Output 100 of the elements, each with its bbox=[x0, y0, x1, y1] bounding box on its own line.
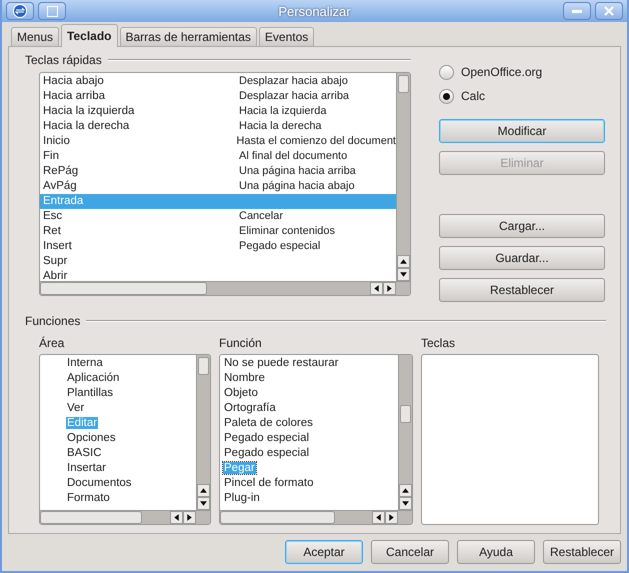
tab[interactable]: Menus bbox=[11, 27, 60, 46]
shortcut-command: Desplazar hacia abajo bbox=[239, 74, 348, 89]
shortcut-key: Entrada bbox=[43, 194, 239, 209]
scroll-down-icon[interactable] bbox=[197, 497, 210, 510]
area-item[interactable]: BASIC bbox=[66, 447, 103, 459]
area-item[interactable]: Interna bbox=[66, 357, 104, 369]
scroll-right-icon[interactable] bbox=[183, 511, 196, 524]
shortcut-row[interactable]: Hacia arriba Desplazar hacia arriba bbox=[40, 89, 396, 104]
shortcut-key: Supr bbox=[43, 254, 239, 269]
close-icon[interactable] bbox=[595, 2, 623, 20]
minimize-icon[interactable] bbox=[563, 2, 591, 20]
scrollbar-thumb[interactable] bbox=[198, 357, 209, 375]
shortcut-row[interactable]: Inicio Hasta el comienzo del document bbox=[40, 134, 396, 149]
shortcut-key: RePág bbox=[43, 164, 239, 179]
side-button[interactable]: Restablecer bbox=[439, 278, 605, 302]
shortcut-command: Pegado especial bbox=[239, 239, 320, 254]
scroll-left-icon[interactable] bbox=[372, 511, 385, 524]
area-item[interactable]: Opciones bbox=[66, 432, 117, 444]
shortcut-command: Hacia la derecha bbox=[239, 119, 322, 134]
shortcut-key: Hacia arriba bbox=[43, 89, 239, 104]
shortcut-command: Una página hacia arriba bbox=[239, 164, 356, 179]
shortcut-row[interactable]: Hacia la derecha Hacia la derecha bbox=[40, 119, 396, 134]
function-item[interactable]: Pincel de formato bbox=[223, 477, 314, 489]
shortcut-key: Esc bbox=[43, 209, 239, 224]
area-item[interactable]: Insertar bbox=[66, 462, 107, 474]
function-item[interactable]: Pegado especial bbox=[223, 432, 310, 444]
shortcut-row[interactable]: Esc Cancelar bbox=[40, 209, 396, 224]
radio-label[interactable]: OpenOffice.org bbox=[461, 65, 542, 79]
area-item[interactable]: Formato bbox=[66, 492, 111, 504]
function-item[interactable]: Nombre bbox=[223, 372, 266, 384]
shortcut-list[interactable] bbox=[39, 72, 411, 296]
keys-list[interactable] bbox=[421, 354, 599, 525]
shortcut-command: Eliminar contenidos bbox=[239, 224, 335, 239]
shortcut-key: Fin bbox=[43, 149, 239, 164]
function-item[interactable]: No se puede restaurar bbox=[223, 357, 340, 369]
function-item[interactable]: Pegado especial bbox=[223, 447, 310, 459]
tab[interactable]: Eventos bbox=[258, 27, 314, 46]
scrollbar-thumb[interactable] bbox=[40, 511, 142, 524]
section-title: Teclas rápidas bbox=[25, 53, 102, 67]
area-list[interactable]: Interna Aplicación Plantillas Ver Editar Opciones BASIC Insertar Documentos Formato bbox=[39, 354, 211, 525]
list-label: Área bbox=[39, 336, 66, 350]
dialog-button[interactable]: Ayuda bbox=[457, 540, 535, 564]
shortcut-row[interactable]: Insert Pegado especial bbox=[40, 239, 396, 254]
function-item[interactable]: Ortografía bbox=[223, 402, 277, 414]
area-item[interactable]: Aplicación bbox=[66, 372, 120, 384]
scroll-down-icon[interactable] bbox=[399, 497, 412, 510]
radio-button[interactable] bbox=[439, 88, 454, 104]
shortcut-row[interactable]: RePág Una página hacia arriba bbox=[40, 164, 396, 179]
shortcut-command: Una página hacia abajo bbox=[239, 179, 355, 194]
area-item[interactable]: Ver bbox=[66, 402, 86, 414]
window-menu-icon[interactable] bbox=[6, 2, 34, 20]
shortcut-row[interactable]: Fin Al final del documento bbox=[40, 149, 396, 164]
radio-button[interactable] bbox=[439, 64, 454, 80]
shortcut-row[interactable]: AvPág Una página hacia abajo bbox=[40, 179, 396, 194]
scroll-left-icon[interactable] bbox=[370, 282, 383, 295]
section-title: Funciones bbox=[25, 314, 80, 328]
shortcut-row[interactable]: Hacia la izquierda Hacia la izquierda bbox=[40, 104, 396, 119]
side-button[interactable]: Modificar bbox=[439, 119, 605, 143]
function-item[interactable]: Paleta de colores bbox=[223, 417, 314, 429]
shortcut-row[interactable]: Ret Eliminar contenidos bbox=[40, 224, 396, 239]
dialog-button[interactable]: Restablecer bbox=[543, 540, 621, 564]
shortcut-command: Desplazar hacia arriba bbox=[239, 89, 350, 104]
function-list[interactable]: No se puede restaurar Nombre Objeto Ortografía Paleta de colores Pegado especial Pegado especial Pegar Pincel de formato Plug-in bbox=[219, 354, 413, 525]
scrollbar-thumb[interactable] bbox=[398, 75, 409, 93]
list-label: Teclas bbox=[421, 336, 456, 350]
window-title: Personalizar bbox=[277, 4, 352, 18]
shortcut-key: Hacia la derecha bbox=[43, 119, 239, 134]
shortcut-command: Hacia la izquierda bbox=[239, 104, 326, 119]
scroll-up-icon[interactable] bbox=[397, 255, 410, 268]
scrollbar-thumb[interactable] bbox=[400, 405, 411, 423]
radio-label[interactable]: Calc bbox=[461, 89, 486, 103]
scroll-up-icon[interactable] bbox=[399, 484, 412, 497]
shortcut-row[interactable]: Hacia abajo Desplazar hacia abajo bbox=[40, 74, 396, 89]
scrollbar-thumb[interactable] bbox=[40, 282, 206, 295]
tab[interactable]: Barras de herramientas bbox=[120, 27, 257, 46]
shortcut-row[interactable]: Supr bbox=[40, 254, 396, 269]
scroll-down-icon[interactable] bbox=[397, 268, 410, 281]
shortcut-key: Insert bbox=[43, 239, 239, 254]
side-button[interactable]: Guardar... bbox=[439, 246, 605, 270]
dialog-button[interactable]: Cancelar bbox=[371, 540, 449, 564]
area-item[interactable]: Documentos bbox=[66, 477, 133, 489]
maximize-icon[interactable] bbox=[38, 2, 66, 20]
area-item[interactable]: Plantillas bbox=[66, 387, 114, 399]
dialog-button[interactable]: Aceptar bbox=[285, 540, 363, 564]
function-item[interactable]: Objeto bbox=[223, 387, 259, 399]
scroll-right-icon[interactable] bbox=[383, 282, 396, 295]
scroll-left-icon[interactable] bbox=[170, 511, 183, 524]
shortcut-row[interactable]: Abrir bbox=[40, 269, 396, 281]
scroll-up-icon[interactable] bbox=[197, 484, 210, 497]
shortcut-key: Ret bbox=[43, 224, 239, 239]
side-button[interactable]: Cargar... bbox=[439, 214, 605, 238]
shortcut-key: AvPág bbox=[43, 179, 239, 194]
shortcut-key: Hacia abajo bbox=[43, 74, 239, 89]
scroll-right-icon[interactable] bbox=[385, 511, 398, 524]
shortcut-key: Abrir bbox=[43, 269, 239, 281]
shortcut-command: Cancelar bbox=[239, 209, 284, 224]
function-item[interactable]: Plug-in bbox=[223, 492, 261, 504]
shortcut-key: Hacia la izquierda bbox=[43, 104, 239, 119]
tab[interactable]: Teclado bbox=[61, 24, 118, 47]
scrollbar-thumb[interactable] bbox=[220, 511, 336, 524]
